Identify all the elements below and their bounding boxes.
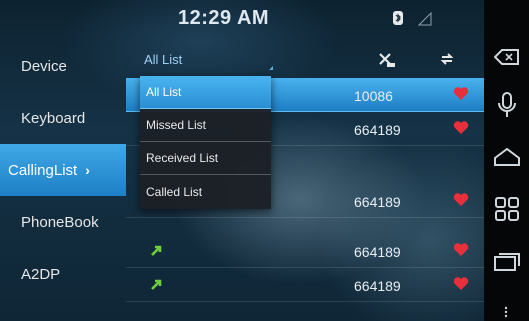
list-header: All List (126, 40, 484, 78)
recent-apps-button[interactable] (490, 244, 524, 278)
back-button[interactable] (490, 40, 524, 74)
sidebar-item-label: Keyboard (21, 109, 86, 127)
sidebar-item-label: CallingList (8, 161, 78, 179)
microphone-icon (498, 92, 516, 117)
heart-icon[interactable] (453, 276, 469, 291)
sidebar-item-keyboard[interactable]: Keyboard (0, 92, 126, 144)
dropdown-caret-icon (265, 66, 273, 70)
sidebar-item-callinglist[interactable]: CallingList › (0, 144, 126, 196)
bluetooth-icon (393, 11, 403, 25)
recent-apps-icon (494, 253, 520, 271)
sync-icon[interactable] (439, 51, 455, 67)
apps-icon (495, 197, 519, 221)
heart-icon[interactable] (453, 192, 469, 207)
calling-list-screen: 12:29 AM Device Keyboard CallingList › P… (0, 0, 529, 321)
back-icon (494, 49, 519, 65)
menu-dots-icon[interactable] (504, 306, 508, 318)
sidebar-item-label: A2DP (21, 265, 61, 283)
called-arrow-icon (151, 245, 162, 256)
clock: 12:29 AM (178, 7, 270, 29)
filter-dropdown-menu: All List Missed List Received List Calle… (140, 76, 271, 209)
system-nav-bar (484, 0, 529, 321)
home-button[interactable] (490, 140, 524, 174)
dropdown-option-missed-list[interactable]: Missed List (140, 109, 271, 142)
dropdown-option-all-list[interactable]: All List (140, 76, 271, 109)
status-bar: 12:29 AM (0, 0, 484, 40)
chevron-right-icon: › (85, 162, 90, 178)
list-item[interactable]: 664189 (126, 234, 484, 268)
filter-dropdown[interactable]: All List (144, 52, 182, 67)
phone-number: 664189 (354, 194, 401, 210)
phone-number: 664189 (354, 122, 401, 138)
phone-number: 10086 (354, 88, 393, 104)
heart-icon[interactable] (453, 242, 469, 257)
sidebar-item-a2dp[interactable]: A2DP (0, 248, 126, 300)
clear-all-icon[interactable] (378, 52, 396, 68)
sidebar: Device Keyboard CallingList › PhoneBook … (0, 40, 126, 321)
sidebar-item-label: PhoneBook (21, 213, 99, 231)
list-item[interactable]: 664189 (126, 268, 484, 302)
sidebar-item-label: Device (21, 57, 67, 75)
signal-icon (418, 12, 432, 26)
called-arrow-icon (151, 279, 162, 290)
heart-icon[interactable] (453, 86, 469, 101)
dropdown-option-called-list[interactable]: Called List (140, 175, 271, 208)
apps-button[interactable] (490, 192, 524, 226)
sidebar-item-device[interactable]: Device (0, 40, 126, 92)
heart-icon[interactable] (453, 120, 469, 135)
voice-button[interactable] (490, 88, 524, 122)
phone-number: 664189 (354, 244, 401, 260)
sidebar-item-phonebook[interactable]: PhoneBook (0, 196, 126, 248)
home-icon (494, 148, 520, 166)
phone-number: 664189 (354, 278, 401, 294)
dropdown-option-received-list[interactable]: Received List (140, 142, 271, 175)
